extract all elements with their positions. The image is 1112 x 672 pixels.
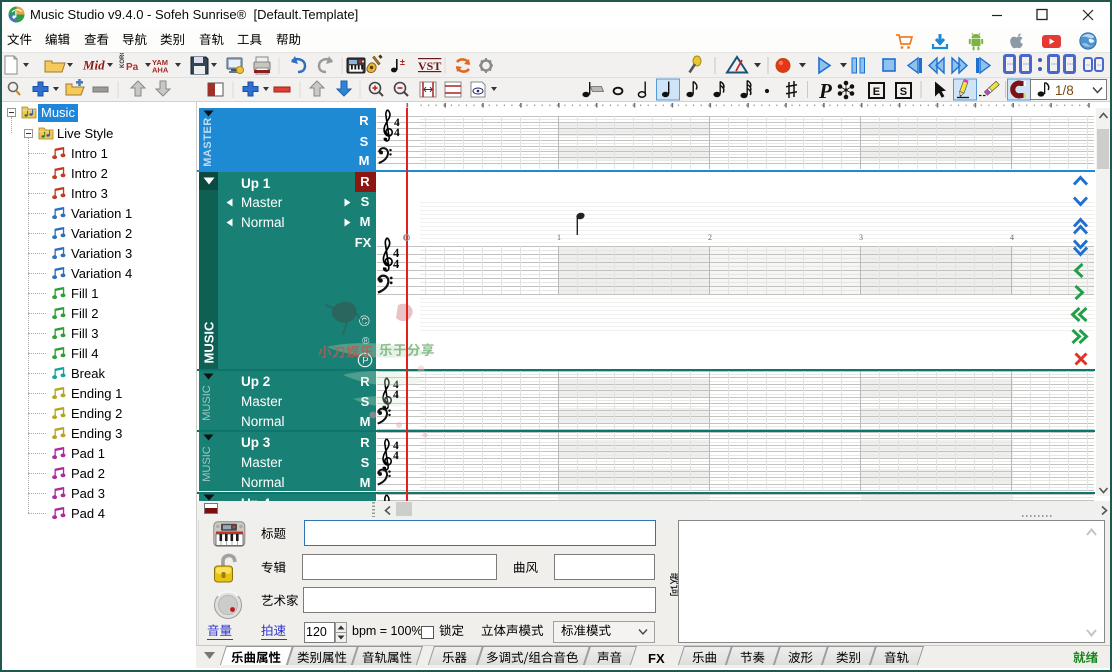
svg-text:VST: VST [418,59,441,73]
svg-text:E: E [873,86,880,98]
svg-text:±: ± [400,57,405,67]
svg-text:Mid: Mid [82,58,105,73]
svg-text:S: S [900,86,907,98]
svg-text:P: P [818,79,832,101]
svg-text:Pa: Pa [126,62,139,73]
svg-text:1/8: 1/8 [1055,83,1074,98]
svg-text:AHA: AHA [152,66,169,75]
